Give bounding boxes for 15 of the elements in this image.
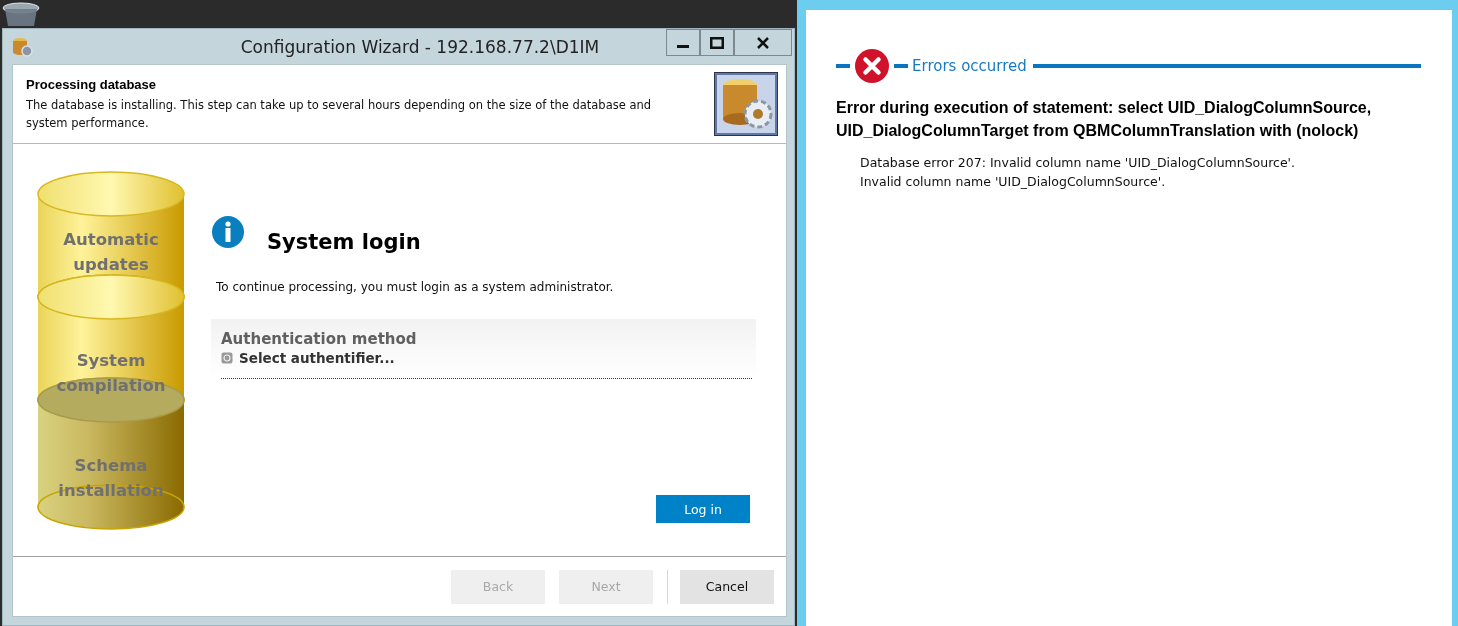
error-detail: Database error 207: Invalid column name 'UID_DialogColumnSource'. xyxy=(860,154,1296,172)
window-title: Configuration Wizard - 192.168.77.2\D1IM xyxy=(239,36,601,57)
step-title: Processing database xyxy=(26,76,158,92)
login-button[interactable]: Log in xyxy=(656,495,750,523)
stage-label: Schema installation xyxy=(57,454,165,502)
step-description: The database is installing. This step can take up to several hours depending on the size of the database and system performance. xyxy=(26,96,653,132)
authentication-heading: Authentication method xyxy=(221,330,418,348)
login-message: To continue processing, you must login as a system administrator. xyxy=(216,280,615,294)
authentifier-selector[interactable]: Select authentifier... xyxy=(221,348,395,366)
wizard-button[interactable]: Cancel xyxy=(680,569,774,604)
error-heading: Errors occurred xyxy=(912,57,1027,75)
error-message: Error during execution of statement: select UID_DialogColumnSource, UID_DialogColumnTarget from QBMColumnTranslation with (nolock) xyxy=(836,98,1373,141)
stage-label: System compilation xyxy=(55,349,167,397)
section-title: System login xyxy=(267,230,421,254)
error-detail: Invalid column name 'UID_DialogColumnSource'. xyxy=(860,173,1167,191)
